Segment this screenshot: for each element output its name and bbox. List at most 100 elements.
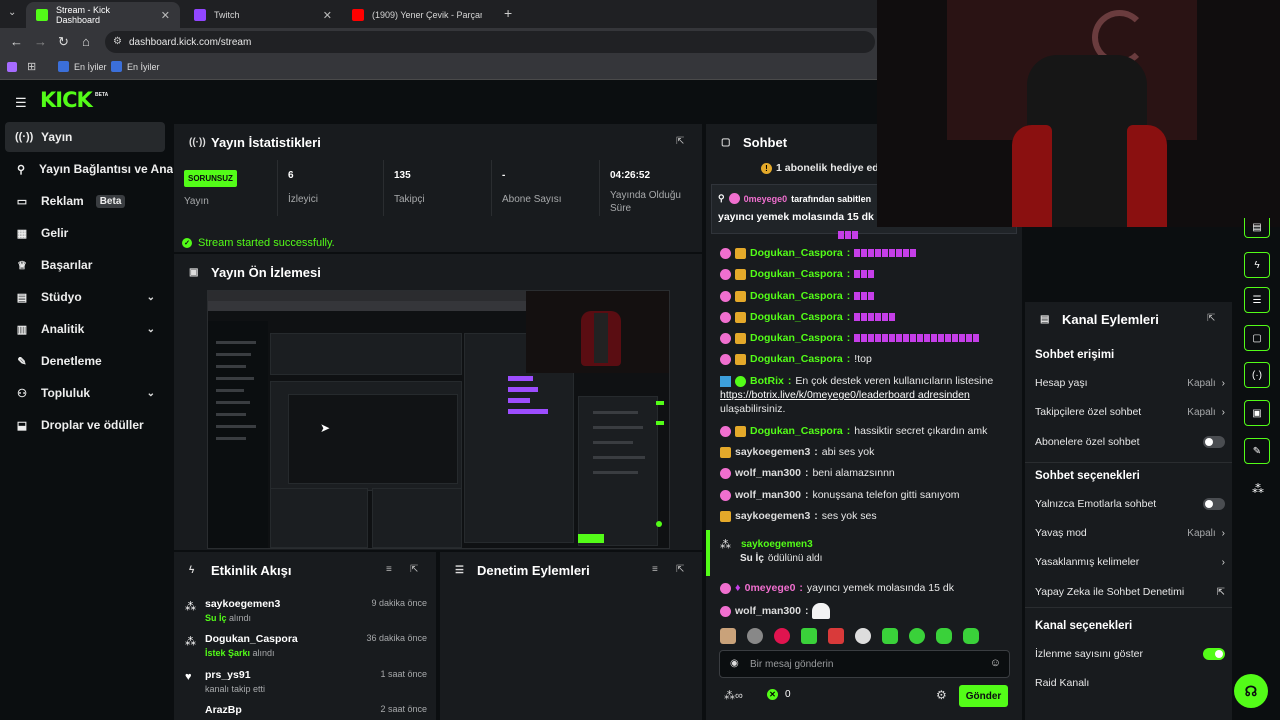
activity-time: 9 dakika önce [371, 598, 427, 608]
browser-tab-kick[interactable]: Stream - Kick Dashboard ✕ [26, 2, 180, 28]
chat-text: yayıncı yemek molasında 15 dk [806, 582, 954, 594]
rail-button-moderation[interactable]: ☰ [1244, 287, 1270, 313]
rail-button-tools[interactable]: ✎ [1244, 438, 1270, 464]
home-icon[interactable]: ⌂ [82, 34, 90, 49]
browser-tab-youtube[interactable]: (1909) Yener Çevik - Parçanın A [342, 2, 500, 28]
emote-picker-item[interactable] [747, 628, 763, 644]
bookmark-1[interactable]: En İyiler [58, 61, 107, 72]
chat-username[interactable]: 0meyege0 [745, 582, 796, 594]
chat-username[interactable]: Dogukan_Caspora [750, 425, 843, 437]
chat-text: ses yok ses [821, 510, 877, 522]
pinned-by-user[interactable]: 0meyege0 [744, 194, 788, 204]
kick-logo[interactable]: KICK [40, 88, 93, 112]
tab-search-icon[interactable]: ⌄ [8, 7, 16, 18]
sidebar-item-achievements[interactable]: ♕ Başarılar [5, 250, 165, 280]
sidebar-item-label: Analitik [41, 322, 85, 336]
emote-picker-item[interactable] [855, 628, 871, 644]
emoji-icon[interactable]: ☺ [990, 657, 1001, 669]
chat-input[interactable]: ◉ Bir mesaj gönderin ☺ [719, 650, 1010, 678]
emote-picker-item[interactable] [828, 628, 844, 644]
chat-username[interactable]: saykoegemen3 [735, 510, 810, 522]
chat-username[interactable]: wolf_man300 [735, 489, 801, 501]
reward-user[interactable]: saykoegemen3 [741, 539, 813, 550]
emote-picker-item[interactable] [801, 628, 817, 644]
chat-username[interactable]: Dogukan_Caspora [750, 332, 843, 344]
site-info-icon[interactable]: ⚙ [113, 36, 122, 47]
emote-picker-item[interactable] [882, 628, 898, 644]
drops-icon: ⬓ [16, 419, 28, 432]
show-viewers-toggle[interactable] [1203, 648, 1225, 660]
points-display[interactable]: ✕ 0 [767, 689, 791, 700]
emote-picker-item[interactable] [720, 628, 736, 644]
rail-button-activity[interactable]: ϟ [1244, 252, 1270, 278]
chat-username[interactable]: Dogukan_Caspora [750, 353, 843, 365]
sidebar: ((·)) Yayın ⚲ Yayın Bağlantısı ve Anahta… [0, 122, 173, 720]
rail-button-preview[interactable]: ▣ [1244, 400, 1270, 426]
forward-icon[interactable]: → [34, 34, 47, 49]
emote-picker-item[interactable] [909, 628, 925, 644]
popout-icon[interactable]: ⇱ [676, 564, 684, 575]
stream-preview-video[interactable]: ➤ [207, 290, 670, 549]
rail-button-chat[interactable]: ▢ [1244, 325, 1270, 351]
reload-icon[interactable]: ↻ [58, 34, 69, 50]
leaderboard-link[interactable]: https://botrix.live/k/0meyege0/leaderboa… [720, 389, 970, 401]
sidebar-item-ads[interactable]: ▭ Reklam Beta [5, 186, 165, 216]
send-button[interactable]: Gönder [959, 685, 1008, 707]
chat-username[interactable]: BotRix [750, 375, 784, 387]
sidebar-item-analytics[interactable]: ▥ Analitik ⌄ [5, 314, 165, 344]
panel-header: ▤ Kanal Eylemleri [1025, 302, 1232, 336]
emote-picker-item[interactable] [774, 628, 790, 644]
popout-icon[interactable]: ⇱ [410, 564, 418, 575]
sidebar-item-drops[interactable]: ⬓ Droplar ve ödüller [5, 410, 165, 440]
close-tab-icon[interactable]: ✕ [323, 9, 332, 22]
url-input[interactable]: ⚙ dashboard.kick.com/stream [105, 31, 875, 53]
sidebar-item-moderation[interactable]: ✎ Denetleme [5, 346, 165, 376]
menu-icon[interactable]: ☰ [15, 95, 27, 111]
chat-username[interactable]: wolf_man300 [735, 605, 801, 617]
back-icon[interactable]: ← [10, 34, 23, 49]
popout-icon[interactable]: ⇱ [676, 136, 684, 147]
setting-followers-only[interactable]: Takipçilere özel sohbet Kapalı › [1035, 406, 1225, 418]
sidebar-item-studio[interactable]: ▤ Stüdyo ⌄ [5, 282, 165, 312]
setting-account-age[interactable]: Hesap yaşı Kapalı › [1035, 377, 1225, 389]
panel-title: Etkinlik Akışı [211, 562, 292, 578]
setting-raid-channel[interactable]: Raid Kanalı [1035, 677, 1225, 689]
chat-username[interactable]: Dogukan_Caspora [750, 247, 843, 259]
browser-tab-twitch[interactable]: Twitch ✕ [184, 2, 342, 28]
chat-username[interactable]: Dogukan_Caspora [750, 311, 843, 323]
chat-username[interactable]: Dogukan_Caspora [750, 268, 843, 280]
sidebar-item-stream-key[interactable]: ⚲ Yayın Bağlantısı ve Anahtar [5, 154, 173, 184]
chat-username[interactable]: wolf_man300 [735, 467, 801, 479]
chat-username[interactable]: Dogukan_Caspora [750, 290, 843, 302]
emotes-only-toggle[interactable] [1203, 498, 1225, 510]
help-chat-button[interactable]: ☊ [1234, 674, 1268, 708]
setting-banned-words[interactable]: Yasaklanmış kelimeler › [1035, 556, 1225, 568]
sidebar-item-revenue[interactable]: ▦ Gelir [5, 218, 165, 248]
setting-ai-moderation[interactable]: Yapay Zeka ile Sohbet Denetimi ⇱ [1035, 586, 1225, 598]
rail-button-broadcast[interactable]: (·) [1244, 362, 1270, 388]
kick-points-icon[interactable]: ⁂ [1252, 482, 1264, 496]
emote-picker-item[interactable] [936, 628, 952, 644]
chat-settings-icon[interactable]: ⚙ [936, 688, 947, 702]
bookmark-2[interactable]: En İyiler [111, 61, 160, 72]
apps-grid-icon[interactable]: ⊞ [27, 60, 36, 73]
sidebar-item-community[interactable]: ⚇ Topluluk ⌄ [5, 378, 165, 408]
rail-button-stats[interactable]: ▤ [1244, 218, 1270, 238]
filter-icon[interactable]: ≡ [386, 564, 392, 575]
setting-slow-mode[interactable]: Yavaş mod Kapalı › [1035, 527, 1225, 539]
chat-username[interactable]: saykoegemen3 [735, 446, 810, 458]
chevron-right-icon: › [1221, 406, 1225, 418]
filter-icon[interactable]: ≡ [652, 564, 658, 575]
popout-icon[interactable]: ⇱ [1207, 313, 1215, 324]
sidebar-item-label: Topluluk [41, 386, 91, 400]
sidebar-item-label: Droplar ve ödüller [41, 418, 144, 432]
stat-value: - [502, 170, 506, 181]
subs-only-toggle[interactable] [1203, 436, 1225, 448]
kick-points-infinity-icon[interactable]: ⁂∞ [724, 689, 743, 702]
extension-icon[interactable] [7, 62, 17, 72]
sidebar-item-stream[interactable]: ((·)) Yayın [5, 122, 165, 152]
emote-picker-item[interactable] [963, 628, 979, 644]
new-tab-icon[interactable]: + [504, 5, 512, 21]
close-tab-icon[interactable]: ✕ [161, 9, 170, 22]
crown-badge-icon [735, 332, 746, 344]
